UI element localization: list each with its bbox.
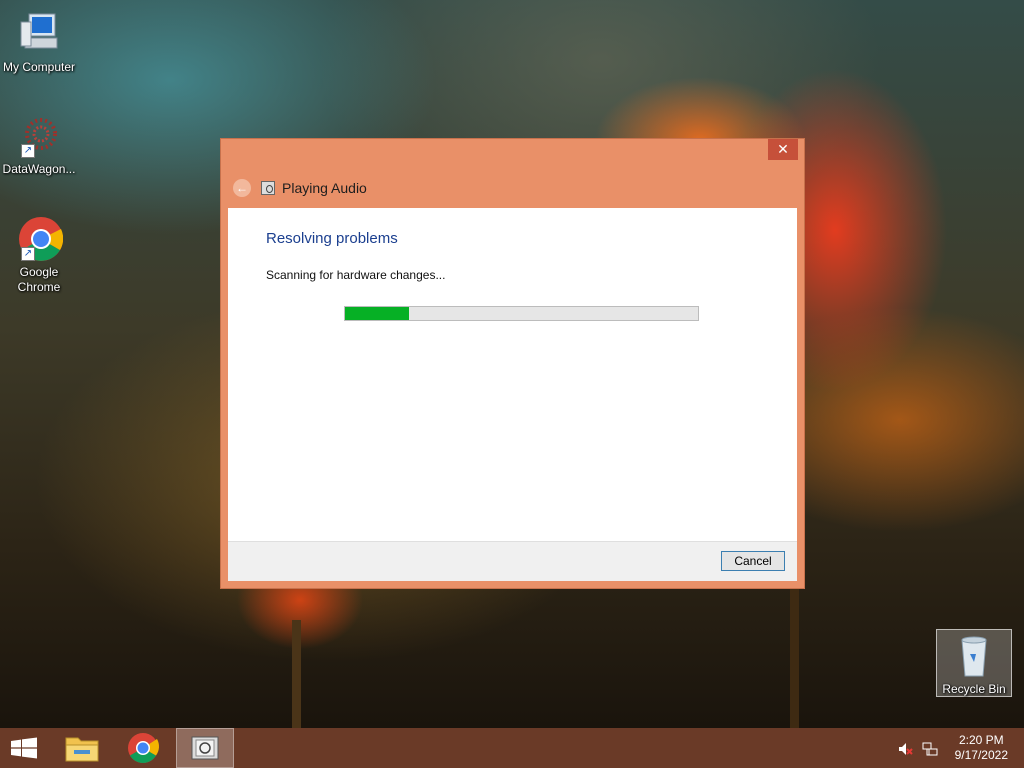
desktop-icon-my-computer[interactable]: My Computer — [0, 10, 78, 75]
progress-bar — [344, 306, 699, 321]
start-button[interactable] — [0, 728, 56, 768]
speaker-muted-icon[interactable] — [897, 741, 913, 757]
taskbar-chrome[interactable] — [115, 728, 171, 768]
chrome-icon: ↗ — [15, 215, 64, 263]
close-icon: ✕ — [777, 141, 789, 157]
desktop-icon-google-chrome[interactable]: ↗ Google Chrome — [0, 215, 78, 295]
troubleshooter-icon — [261, 181, 275, 195]
troubleshooter-window: ✕ ← Playing Audio Resolving problems Sca… — [220, 138, 805, 589]
back-arrow-icon: ← — [236, 181, 248, 195]
chrome-icon — [128, 733, 160, 764]
my-computer-icon — [15, 10, 63, 58]
window-title: Playing Audio — [282, 180, 367, 196]
desktop-icon-label: Google Chrome — [17, 265, 61, 294]
clock-time: 2:20 PM — [958, 733, 1004, 747]
cancel-button[interactable]: Cancel — [721, 551, 785, 571]
taskbar-file-explorer[interactable] — [54, 728, 110, 768]
clock-date: 9/17/2022 — [954, 748, 1008, 762]
dialog-footer: Cancel — [228, 541, 797, 581]
close-button[interactable]: ✕ — [768, 139, 798, 160]
desktop-icon-label: My Computer — [2, 60, 76, 74]
shortcut-arrow-icon: ↗ — [21, 247, 35, 261]
progress-fill — [345, 307, 409, 320]
shortcut-arrow-icon: ↗ — [21, 144, 35, 158]
desktop-icon-label: Recycle Bin — [942, 682, 1006, 696]
taskbar: 2:20 PM 9/17/2022 — [0, 728, 1024, 768]
content-panel: Resolving problems Scanning for hardware… — [228, 208, 797, 541]
windows-logo-icon — [11, 737, 37, 759]
taskbar-troubleshooter[interactable] — [176, 728, 234, 768]
wallpaper-stem — [292, 620, 301, 728]
desktop-icon-recycle-bin[interactable]: Recycle Bin — [936, 629, 1012, 697]
datawagon-icon: ↗ — [15, 112, 63, 160]
network-icon[interactable] — [922, 741, 938, 757]
title-bar: ← Playing Audio — [233, 177, 367, 199]
status-text: Scanning for hardware changes... — [266, 268, 446, 282]
recycle-bin-icon — [950, 632, 998, 680]
desktop-icon-datawagon[interactable]: ↗ DataWagon... — [0, 112, 78, 177]
desktop-icon-label: DataWagon... — [2, 162, 76, 176]
clock[interactable]: 2:20 PM 9/17/2022 — [955, 733, 1008, 763]
troubleshooter-icon — [191, 736, 219, 760]
page-heading: Resolving problems — [266, 230, 398, 247]
back-button[interactable]: ← — [233, 179, 251, 197]
folder-icon — [65, 737, 99, 762]
